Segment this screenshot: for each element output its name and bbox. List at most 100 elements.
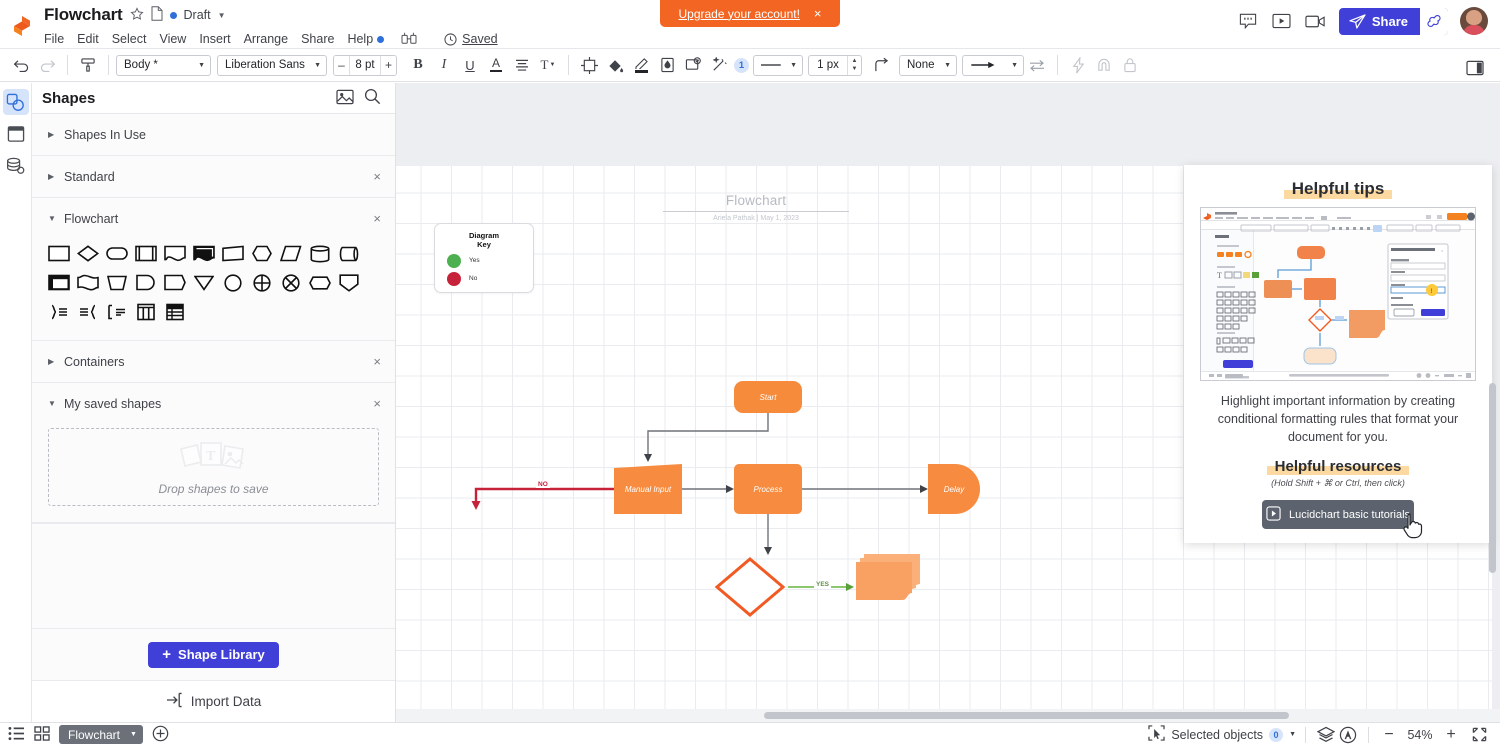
line-start-select[interactable]: None ▼ [899,54,957,76]
canvas-area[interactable]: Flowchart Ariela Pathak | May 1, 2023 Di… [396,83,1500,722]
fullscreen-icon[interactable] [1468,724,1490,746]
menu-view[interactable]: View [159,32,186,46]
shape-merge[interactable] [189,268,218,297]
shape-extract[interactable] [334,268,363,297]
search-icon[interactable] [364,88,381,108]
font-size-increase[interactable]: + [381,55,396,75]
shape-decision[interactable] [73,239,102,268]
video-icon[interactable] [1305,11,1327,31]
zoom-in-icon[interactable]: + [1440,724,1462,746]
shape-stored-data[interactable] [160,268,189,297]
close-icon[interactable]: × [373,396,381,411]
opacity-icon[interactable] [654,52,680,78]
menu-arrange[interactable]: Arrange [244,32,288,46]
shape-delay[interactable] [131,268,160,297]
import-data-footer[interactable]: Import Data [32,680,395,722]
underline-button[interactable]: U [457,52,483,78]
italic-button[interactable]: I [431,52,457,78]
shape-table[interactable] [160,297,189,326]
chevron-down-icon[interactable]: ▼ [130,731,137,738]
shape-summing-junction[interactable] [247,268,276,297]
close-icon[interactable]: × [814,7,822,20]
section-header[interactable]: ▼ My saved shapes × [32,383,395,424]
menu-select[interactable]: Select [112,32,147,46]
bold-button[interactable]: B [405,52,431,78]
lightning-icon[interactable] [1065,52,1091,78]
font-size-value[interactable]: 8 pt [349,55,381,75]
chevron-down-icon[interactable]: ▼ [1289,731,1296,738]
share-button[interactable]: Share [1338,7,1448,35]
node-start[interactable]: Start [734,381,802,413]
helpful-tips-panel[interactable]: Helpful tips T × ! Highlight important i… [1184,165,1492,543]
present-icon[interactable] [1271,11,1293,31]
canvas-vertical-scrollbar[interactable] [1489,383,1496,573]
shape-display[interactable] [305,268,334,297]
rail-templates-icon[interactable] [3,121,29,147]
shape-internal-storage[interactable] [44,268,73,297]
crosshair-icon[interactable] [576,52,602,78]
shape-paper-tape[interactable] [73,268,102,297]
line-width-stepper[interactable]: 1 px ▲ ▼ [808,54,862,76]
text-options-button[interactable]: T ▼ [535,52,561,78]
redo-icon[interactable] [34,52,60,78]
node-delay[interactable]: Delay [928,464,980,514]
shape-annotation-left[interactable] [73,297,102,326]
draft-status[interactable]: Draft [184,8,211,22]
right-panel-toggle-icon[interactable] [1462,55,1488,81]
shape-manual-operation[interactable] [276,239,305,268]
image-icon[interactable] [680,52,706,78]
undo-icon[interactable] [8,52,34,78]
node-manual-input[interactable]: Manual Input [614,464,682,514]
magic-icon[interactable] [706,52,732,78]
accessibility-icon[interactable] [1337,724,1359,746]
node-process[interactable]: Process [734,464,802,514]
shape-parallel-mode[interactable] [131,297,160,326]
avatar[interactable] [1460,7,1488,35]
shape-predefined-process[interactable] [131,239,160,268]
upgrade-banner[interactable]: Upgrade your account! × [660,0,840,27]
line-jump-icon[interactable] [868,52,894,78]
saved-shapes-dropzone[interactable]: T Drop shapes to save [48,428,379,506]
format-painter-icon[interactable] [75,52,101,78]
grid-view-icon[interactable] [34,725,50,744]
share-main[interactable]: Share [1339,8,1419,35]
canvas-horizontal-scrollbar-track[interactable] [396,709,1500,722]
copy-link-icon[interactable] [1419,7,1448,35]
page-tab-flowchart[interactable]: Flowchart ▼ [59,725,143,744]
section-header[interactable]: ▼ Flowchart × [32,198,395,239]
rail-shapes-icon[interactable] [2,89,29,115]
line-width-spinner[interactable]: ▲ ▼ [847,55,861,75]
shape-annotation-right[interactable] [44,297,73,326]
text-color-button[interactable]: A [483,52,509,78]
menu-edit[interactable]: Edit [77,32,99,46]
lucid-logo[interactable] [0,0,44,48]
fill-icon[interactable] [602,52,628,78]
close-icon[interactable]: × [373,169,381,184]
image-search-icon[interactable] [336,89,354,108]
upgrade-link[interactable]: Upgrade your account! [679,7,800,21]
theme-count-badge[interactable]: 1 [734,57,749,73]
add-page-icon[interactable] [152,725,169,745]
shape-preparation[interactable] [247,239,276,268]
lock-icon[interactable] [1117,52,1143,78]
menu-file[interactable]: File [44,32,64,46]
rail-data-icon[interactable] [3,153,29,179]
close-icon[interactable]: × [373,211,381,226]
shape-or[interactable] [276,268,305,297]
align-icon[interactable] [509,52,535,78]
shape-loop-limit[interactable] [102,297,131,326]
node-document[interactable] [856,552,920,600]
line-end-select[interactable]: ▼ [962,54,1024,76]
font-family-select[interactable]: Liberation Sans ▼ [217,54,327,76]
lucidchart-basic-tutorials-button[interactable]: Lucidchart basic tutorials [1262,500,1423,539]
star-icon[interactable] [129,7,144,23]
shape-library-button[interactable]: + Shape Library [148,641,279,668]
section-header[interactable]: ▶ Standard × [32,156,395,197]
shape-document[interactable] [160,239,189,268]
collaborators-icon[interactable] [401,31,417,48]
menu-insert[interactable]: Insert [199,32,230,46]
menu-share[interactable]: Share [301,32,334,46]
shape-data[interactable] [218,239,247,268]
zoom-level[interactable]: 54% [1400,728,1440,742]
comment-icon[interactable] [1237,11,1259,31]
